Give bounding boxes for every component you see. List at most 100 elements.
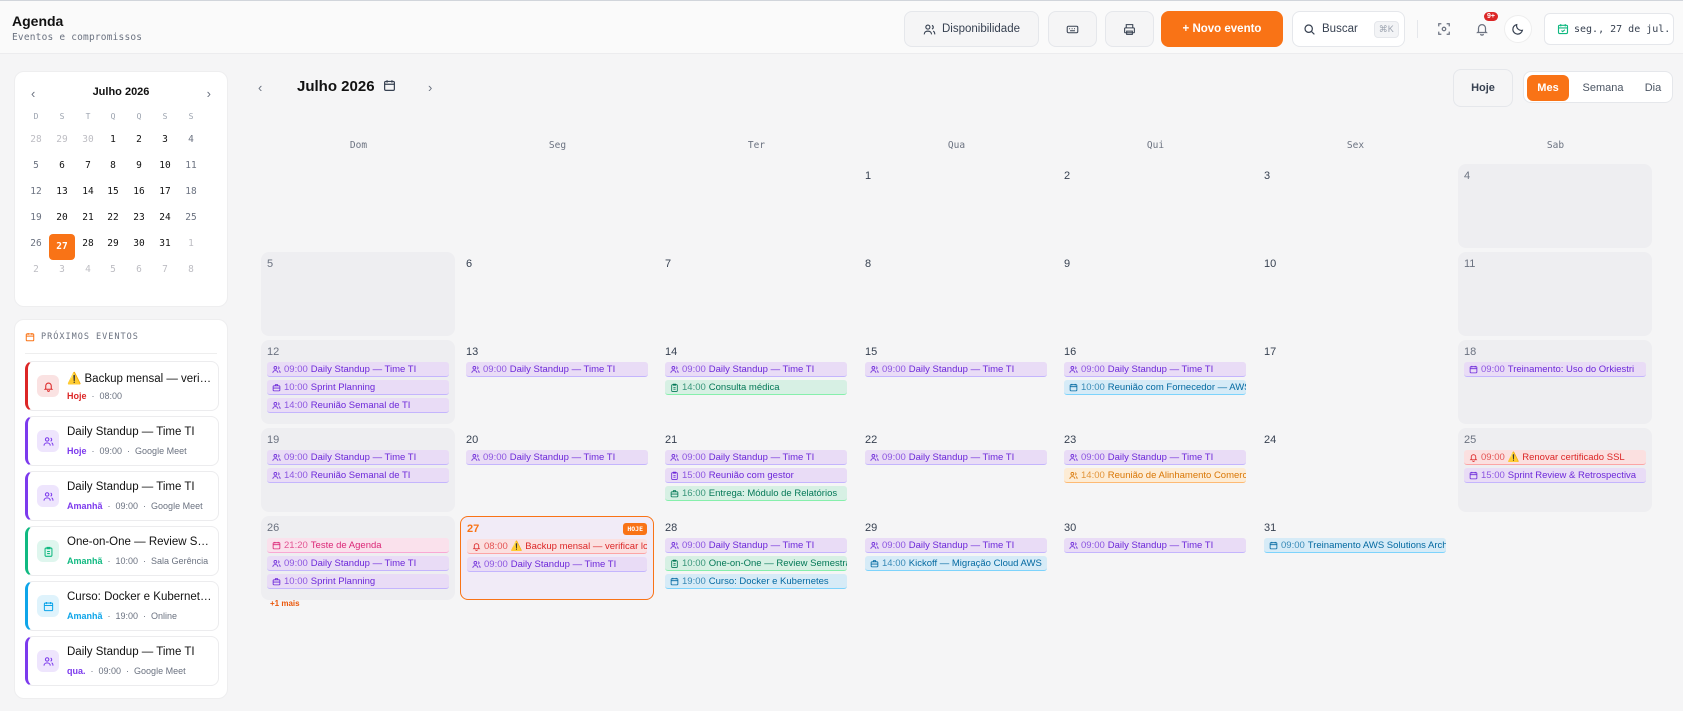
mini-day[interactable]: 15 — [100, 182, 126, 208]
day-cell[interactable]: 26 21:20 Teste de Agenda 09:00 Daily Standup… — [261, 516, 455, 608]
event-chip[interactable]: 09:00 Daily Standup — Time TI — [865, 450, 1047, 465]
upcoming-item[interactable]: Curso: Docker e Kubernetes Amanhã · 19:00… — [25, 581, 219, 631]
next-month-button[interactable]: › — [428, 80, 432, 95]
event-chip[interactable]: 09:00 Treinamento: Uso do Orkiestri — [1464, 362, 1646, 377]
day-cell[interactable]: 31 09:00Treinamento AWS Solutions Archite… — [1258, 516, 1452, 600]
event-chip[interactable]: 09:00 Daily Standup — Time TI — [665, 362, 847, 377]
event-chip[interactable]: 14:00 Reunião Semanal de TI — [267, 468, 449, 483]
day-cell[interactable]: 16 09:00 Daily Standup — Time TI 10:00 Reuni… — [1058, 340, 1252, 424]
mini-next-button[interactable]: › — [207, 86, 211, 101]
day-cell[interactable]: 10 — [1258, 252, 1452, 336]
availability-button[interactable]: Disponibilidade — [904, 11, 1039, 47]
event-chip[interactable]: 09:00 Daily Standup — Time TI — [267, 450, 449, 465]
event-chip[interactable]: 10:00 Reunião com Fornecedor — AWS — [1064, 380, 1246, 395]
event-chip[interactable]: 10:00 One-on-One — Review Semestral — [665, 556, 847, 571]
mini-day[interactable]: 2 — [126, 130, 152, 156]
mini-day[interactable]: 25 — [178, 208, 204, 234]
event-chip[interactable]: 09:00 Daily Standup — Time TI — [665, 538, 847, 553]
day-cell[interactable]: 19 09:00 Daily Standup — Time TI 14:00 Reuni… — [261, 428, 455, 512]
event-chip[interactable]: 09:00 Daily Standup — Time TI — [665, 450, 847, 465]
current-date-chip[interactable]: seg., 27 de jul. — [1544, 13, 1674, 45]
mini-day[interactable]: 26 — [23, 234, 49, 260]
day-cell[interactable]: 12 09:00 Daily Standup — Time TI 10:00 Sprin… — [261, 340, 455, 424]
mini-day[interactable]: 8 — [178, 260, 204, 286]
mini-day[interactable]: 6 — [126, 260, 152, 286]
event-chip[interactable]: 14:00 Kickoff — Migração Cloud AWS — [865, 556, 1047, 571]
event-chip[interactable]: 09:00 Daily Standup — Time TI — [1064, 538, 1246, 553]
view-month[interactable]: Mes — [1527, 75, 1569, 101]
day-cell[interactable]: 4 — [1458, 164, 1652, 248]
event-chip[interactable]: 09:00 Daily Standup — Time TI — [267, 556, 449, 571]
event-chip[interactable]: 09:00 Daily Standup — Time TI — [865, 362, 1047, 377]
upcoming-item[interactable]: Daily Standup — Time TI Amanhã · 09:00 · … — [25, 471, 219, 521]
mini-day[interactable]: 27 — [49, 234, 75, 260]
mini-day[interactable]: 29 — [49, 130, 75, 156]
theme-toggle[interactable] — [1504, 15, 1532, 43]
mini-day[interactable]: 28 — [23, 130, 49, 156]
day-cell[interactable]: 8 — [859, 252, 1053, 336]
event-chip[interactable]: 21:20 Teste de Agenda — [267, 538, 449, 553]
day-cell[interactable]: 30 09:00 Daily Standup — Time TI — [1058, 516, 1252, 600]
day-cell[interactable]: 23 09:00 Daily Standup — Time TI 14:00 Reuni… — [1058, 428, 1252, 512]
more-events-link[interactable]: +1 mais — [270, 599, 300, 608]
event-chip[interactable]: 16:00 Entrega: Módulo de Relatórios — [665, 486, 847, 501]
mini-day[interactable]: 24 — [152, 208, 178, 234]
day-cell[interactable]: 24 — [1258, 428, 1452, 512]
mini-day[interactable]: 21 — [75, 208, 101, 234]
mini-day[interactable]: 13 — [49, 182, 75, 208]
mini-day[interactable]: 4 — [75, 260, 101, 286]
mini-day[interactable]: 9 — [126, 156, 152, 182]
event-chip[interactable]: 14:00 Reunião de Alinhamento Comercial — [1064, 468, 1246, 483]
event-chip[interactable]: 09:00 ⚠️ Renovar certificado SSL — [1464, 450, 1646, 465]
day-cell[interactable]: 13 09:00 Daily Standup — Time TI — [460, 340, 654, 424]
event-chip[interactable]: 09:00 Daily Standup — Time TI — [865, 538, 1047, 553]
prev-month-button[interactable]: ‹ — [258, 80, 262, 95]
upcoming-item[interactable]: Daily Standup — Time TI qua. · 09:00 · Go… — [25, 636, 219, 686]
day-cell[interactable]: 17 — [1258, 340, 1452, 424]
today-button[interactable]: Hoje — [1453, 69, 1513, 107]
day-cell[interactable]: 25 09:00 ⚠️ Renovar certificado SSL 15:00 Sp… — [1458, 428, 1652, 512]
mini-day[interactable]: 28 — [75, 234, 101, 260]
event-chip[interactable]: 15:00 Sprint Review & Retrospectiva — [1464, 468, 1646, 483]
day-cell[interactable]: 18 09:00 Treinamento: Uso do Orkiestri — [1458, 340, 1652, 424]
event-chip[interactable]: 14:00 Consulta médica — [665, 380, 847, 395]
keyboard-button[interactable] — [1048, 11, 1097, 47]
day-cell[interactable]: 6 — [460, 252, 654, 336]
mini-day[interactable]: 23 — [126, 208, 152, 234]
view-day[interactable]: Dia — [1635, 75, 1671, 101]
day-cell[interactable]: 1 — [859, 164, 1053, 248]
screenshot-button[interactable] — [1430, 15, 1458, 43]
new-event-button[interactable]: + Novo evento — [1161, 11, 1283, 47]
day-cell[interactable]: 5 — [261, 252, 455, 336]
mini-day[interactable]: 2 — [23, 260, 49, 286]
mini-day[interactable]: 12 — [23, 182, 49, 208]
mini-day[interactable]: 29 — [100, 234, 126, 260]
day-cell[interactable]: 20 09:00 Daily Standup — Time TI — [460, 428, 654, 512]
calendar-icon[interactable] — [383, 79, 396, 92]
event-chip[interactable]: 09:00 Daily Standup — Time TI — [267, 362, 449, 377]
mini-day[interactable]: 1 — [178, 234, 204, 260]
day-cell[interactable]: 11 — [1458, 252, 1652, 336]
mini-day[interactable]: 17 — [152, 182, 178, 208]
print-button[interactable] — [1105, 11, 1154, 47]
day-cell[interactable]: 21 09:00 Daily Standup — Time TI 15:00 Reuni… — [659, 428, 853, 512]
mini-day[interactable]: 4 — [178, 130, 204, 156]
event-chip[interactable]: 14:00 Reunião Semanal de TI — [267, 398, 449, 413]
event-chip[interactable]: 09:00 Daily Standup — Time TI — [467, 557, 647, 572]
mini-day[interactable]: 3 — [152, 130, 178, 156]
event-chip[interactable]: 19:00 Curso: Docker e Kubernetes — [665, 574, 847, 589]
mini-day[interactable]: 8 — [100, 156, 126, 182]
day-cell[interactable]: 27 HOJE 08:00 ⚠️ Backup mensal — verificar … — [460, 516, 654, 600]
event-chip[interactable]: 09:00Treinamento AWS Solutions Architect — [1264, 538, 1446, 553]
upcoming-item[interactable]: ⚠️ Backup mensal — verificar logs Hoje · … — [25, 361, 219, 411]
mini-day[interactable]: 5 — [23, 156, 49, 182]
mini-day[interactable]: 3 — [49, 260, 75, 286]
day-cell[interactable]: 9 — [1058, 252, 1252, 336]
event-chip[interactable]: 09:00 Daily Standup — Time TI — [466, 362, 648, 377]
event-chip[interactable]: 15:00 Reunião com gestor — [665, 468, 847, 483]
day-cell[interactable]: 14 09:00 Daily Standup — Time TI 14:00 Consu… — [659, 340, 853, 424]
mini-day[interactable]: 1 — [100, 130, 126, 156]
mini-day[interactable]: 20 — [49, 208, 75, 234]
mini-day[interactable]: 5 — [100, 260, 126, 286]
event-chip[interactable]: 08:00 ⚠️ Backup mensal — verificar logs — [467, 539, 647, 554]
